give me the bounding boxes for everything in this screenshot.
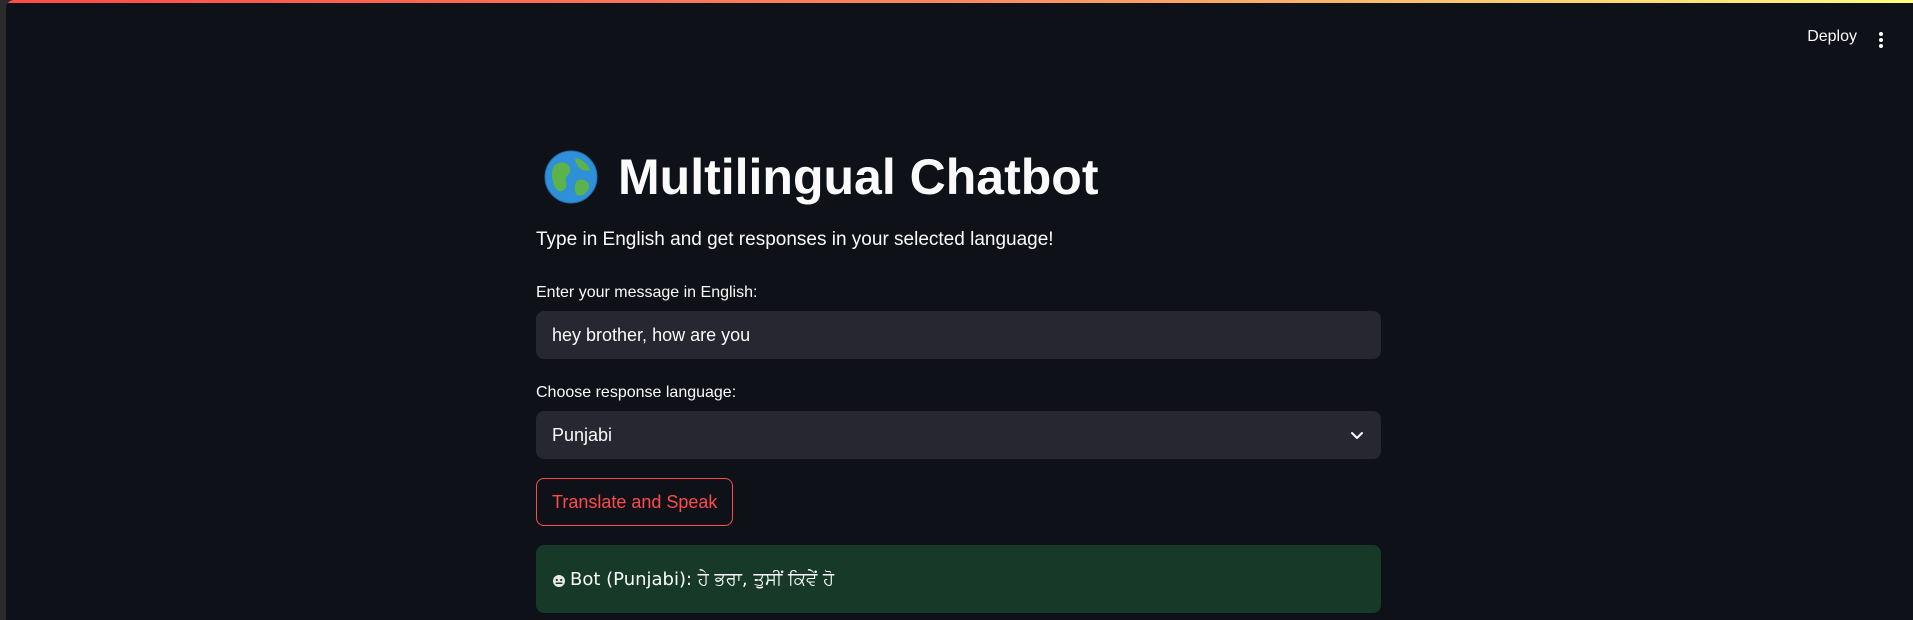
bot-response-text: Bot (Punjabi): ਹੇ ਭਰਾ, ਤੁਸੀਂ ਕਿਵੇਂ ਹੋ bbox=[570, 568, 835, 590]
message-input-value: hey brother, how are you bbox=[552, 324, 751, 345]
deploy-button[interactable]: Deploy bbox=[1807, 28, 1857, 46]
chevron-down-icon bbox=[1349, 427, 1365, 443]
translate-and-speak-button[interactable]: Translate and Speak bbox=[536, 478, 734, 526]
top-decoration-bar bbox=[6, 0, 1913, 3]
app-window: Deploy Multilingual Chatbot Type in Engl… bbox=[6, 0, 1913, 620]
page-subtitle: Type in English and get responses in you… bbox=[536, 229, 1054, 250]
language-select-value: Punjabi bbox=[552, 424, 613, 445]
globe-icon bbox=[544, 150, 598, 204]
bot-icon bbox=[552, 572, 566, 587]
language-select[interactable]: Punjabi bbox=[536, 411, 1381, 459]
language-label: Choose response language: bbox=[536, 384, 737, 401]
message-input[interactable]: hey brother, how are you bbox=[536, 311, 1381, 359]
message-label: Enter your message in English: bbox=[536, 284, 758, 301]
bot-response-alert: Bot (Punjabi): ਹੇ ਭਰਾ, ਤੁਸੀਂ ਕਿਵੇਂ ਹੋ bbox=[536, 545, 1381, 613]
page-title: Multilingual Chatbot bbox=[618, 149, 1099, 205]
translate-button-label: Translate and Speak bbox=[552, 491, 718, 512]
title-row: Multilingual Chatbot bbox=[544, 148, 1098, 206]
more-vertical-icon[interactable] bbox=[1871, 28, 1891, 52]
